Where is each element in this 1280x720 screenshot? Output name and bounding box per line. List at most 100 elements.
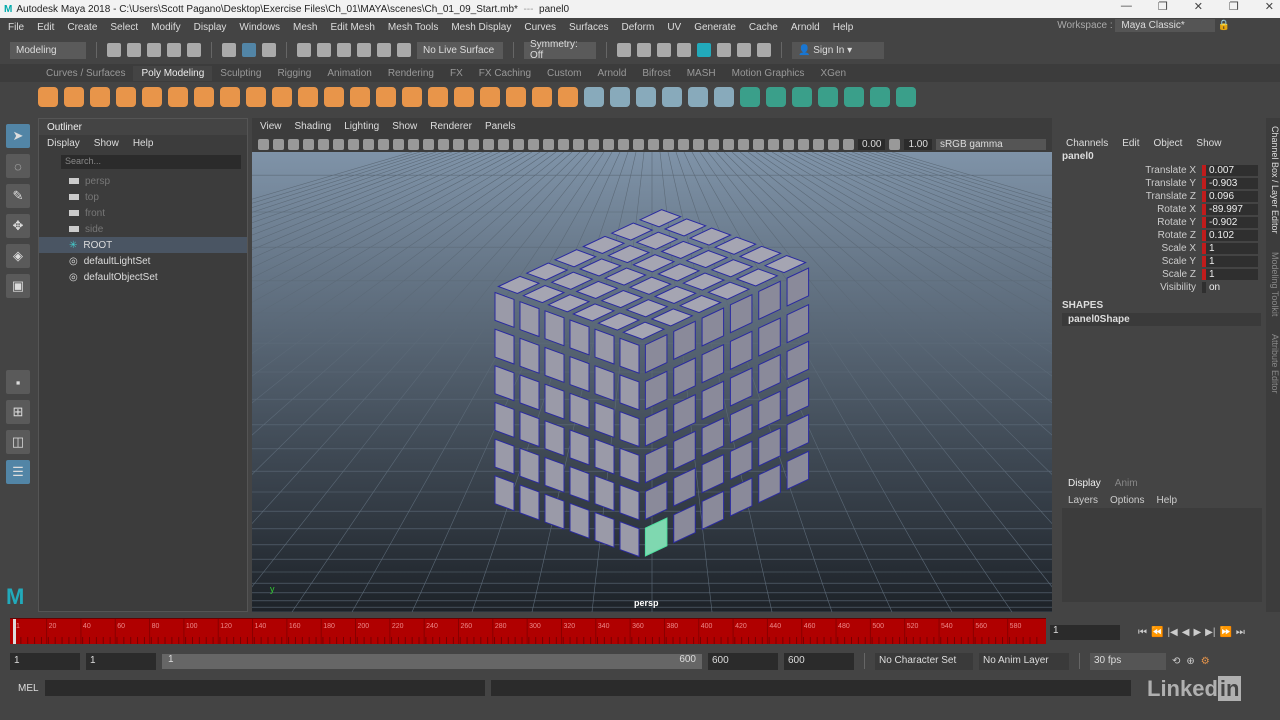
attribute-value[interactable]: -0.902: [1202, 217, 1258, 228]
single-pane-icon[interactable]: ▪: [6, 370, 30, 394]
viewport-tool-icon[interactable]: [453, 138, 464, 150]
menu-surfaces[interactable]: Surfaces: [569, 22, 608, 33]
viewport-menu-show[interactable]: Show: [392, 121, 417, 133]
viewport-tool-icon[interactable]: [723, 138, 734, 150]
viewport-tool-icon[interactable]: [813, 138, 824, 150]
channel-menu-show[interactable]: Show: [1196, 138, 1221, 149]
shelf-cube-icon[interactable]: [64, 87, 84, 107]
outliner-layout-icon[interactable]: ☰: [6, 460, 30, 484]
attribute-value[interactable]: 1: [1202, 243, 1258, 254]
move-tool-icon[interactable]: ✥: [6, 214, 30, 238]
attribute-value[interactable]: on: [1202, 282, 1258, 293]
menu-edit-mesh[interactable]: Edit Mesh: [330, 22, 374, 33]
shelf-cone-icon[interactable]: [116, 87, 136, 107]
viewport-tool-icon[interactable]: [768, 138, 779, 150]
shelf-tab-custom[interactable]: Custom: [539, 66, 589, 81]
snap-surface-icon[interactable]: [377, 43, 391, 57]
shelf-tab-rendering[interactable]: Rendering: [380, 66, 442, 81]
viewport-tool-icon[interactable]: [798, 138, 809, 150]
shelf-platonic-icon[interactable]: [220, 87, 240, 107]
viewport-tool-icon[interactable]: [483, 138, 494, 150]
shelf-tab-fx[interactable]: FX: [442, 66, 471, 81]
range-slider[interactable]: 1 600: [162, 653, 702, 669]
viewport-tool-icon[interactable]: [828, 138, 839, 150]
help-menu[interactable]: Help: [1156, 495, 1177, 506]
shelf-tab-sculpting[interactable]: Sculpting: [212, 66, 269, 81]
snap-live-icon[interactable]: [397, 43, 411, 57]
shelf-svg-icon[interactable]: [298, 87, 318, 107]
viewport-tool-icon[interactable]: [708, 138, 719, 150]
command-language-label[interactable]: MEL: [18, 683, 39, 694]
tab-channel-box[interactable]: Channel Box / Layer Editor: [1266, 126, 1280, 234]
viewport-tool-icon[interactable]: [603, 138, 614, 150]
step-back-key-icon[interactable]: ⏪: [1151, 627, 1163, 638]
select-hierarchy-icon[interactable]: [222, 43, 236, 57]
viewport-tool-icon[interactable]: [663, 138, 674, 150]
render-view-icon[interactable]: [717, 43, 731, 57]
viewport-tool-icon[interactable]: [333, 138, 344, 150]
go-to-start-icon[interactable]: ⏮: [1138, 627, 1147, 638]
paint-select-icon[interactable]: ✎: [6, 184, 30, 208]
viewport-tool-icon[interactable]: [378, 138, 389, 150]
shelf-uv-planar-icon[interactable]: [714, 87, 734, 107]
shelf-sphere-icon[interactable]: [38, 87, 58, 107]
lasso-tool-icon[interactable]: ◌: [6, 154, 30, 178]
attribute-value[interactable]: 0.096: [1202, 191, 1258, 202]
menu-curves[interactable]: Curves: [524, 22, 556, 33]
close-icon[interactable]: ✕: [1265, 0, 1274, 13]
viewport-tool-icon[interactable]: [363, 138, 374, 150]
shape-name[interactable]: panel0Shape: [1062, 313, 1261, 326]
menu-uv[interactable]: UV: [667, 22, 681, 33]
shelf-tab-bifrost[interactable]: Bifrost: [634, 66, 678, 81]
select-tool-icon[interactable]: ➤: [6, 124, 30, 148]
outliner-menu-show[interactable]: Show: [94, 138, 119, 150]
redo-icon[interactable]: [187, 43, 201, 57]
preferences-icon[interactable]: ⚙: [1201, 656, 1210, 667]
outliner-item[interactable]: front: [39, 205, 247, 221]
arnold-render-icon[interactable]: [737, 43, 751, 57]
shelf-combine-icon[interactable]: [324, 87, 344, 107]
shelf-target-weld-icon[interactable]: [636, 87, 656, 107]
shelf-plane-icon[interactable]: [168, 87, 188, 107]
options-menu[interactable]: Options: [1110, 495, 1144, 506]
viewport-menu-renderer[interactable]: Renderer: [430, 121, 472, 133]
shelf-insert-edge-icon[interactable]: [662, 87, 682, 107]
anim-layer-dropdown[interactable]: No Anim Layer: [979, 652, 1069, 670]
open-scene-icon[interactable]: [127, 43, 141, 57]
tab-modeling-toolkit[interactable]: Modeling Toolkit: [1266, 252, 1280, 316]
shelf-superellipse-icon[interactable]: [246, 87, 266, 107]
viewport-tool-icon[interactable]: [408, 138, 419, 150]
save-scene-icon[interactable]: [147, 43, 161, 57]
start-time-field[interactable]: 1: [10, 652, 80, 670]
layers-menu[interactable]: Layers: [1068, 495, 1098, 506]
viewport-tool-icon[interactable]: [543, 138, 554, 150]
shelf-uv-sew-icon[interactable]: [896, 87, 916, 107]
step-back-frame-icon[interactable]: |◀: [1167, 627, 1177, 638]
close-icon[interactable]: ✕: [1194, 0, 1203, 13]
viewport-tool-icon[interactable]: [438, 138, 449, 150]
viewport-tool-icon[interactable]: [318, 138, 329, 150]
menu-windows[interactable]: Windows: [239, 22, 280, 33]
menu-modify[interactable]: Modify: [151, 22, 180, 33]
four-pane-icon[interactable]: ⊞: [6, 400, 30, 424]
tab-display[interactable]: Display: [1068, 478, 1101, 489]
outliner-search-input[interactable]: Search...: [61, 155, 241, 169]
shelf-bevel-icon[interactable]: [454, 87, 474, 107]
playback-end-field[interactable]: 600: [708, 652, 778, 670]
time-slider[interactable]: 1 20 40 60 80 100 120 140 160 180 200 220 240 260 280 3…: [10, 618, 1046, 644]
viewport-tool-icon[interactable]: [678, 138, 689, 150]
shelf-tab-fx-caching[interactable]: FX Caching: [471, 66, 539, 81]
outliner-menu-help[interactable]: Help: [133, 138, 154, 150]
attribute-value[interactable]: 1: [1202, 269, 1258, 280]
viewport-scene[interactable]: y: [252, 152, 1052, 612]
attribute-value[interactable]: 0.102: [1202, 230, 1258, 241]
menu-generate[interactable]: Generate: [694, 22, 736, 33]
viewport-tool-icon[interactable]: [573, 138, 584, 150]
mode-dropdown[interactable]: Modeling: [10, 41, 86, 59]
menu-help[interactable]: Help: [833, 22, 854, 33]
rotate-tool-icon[interactable]: ◈: [6, 244, 30, 268]
render-settings-icon[interactable]: [677, 43, 691, 57]
workspace-value[interactable]: Maya Classic*: [1115, 19, 1215, 32]
shelf-tab-rigging[interactable]: Rigging: [269, 66, 319, 81]
pause-icon[interactable]: [757, 43, 771, 57]
